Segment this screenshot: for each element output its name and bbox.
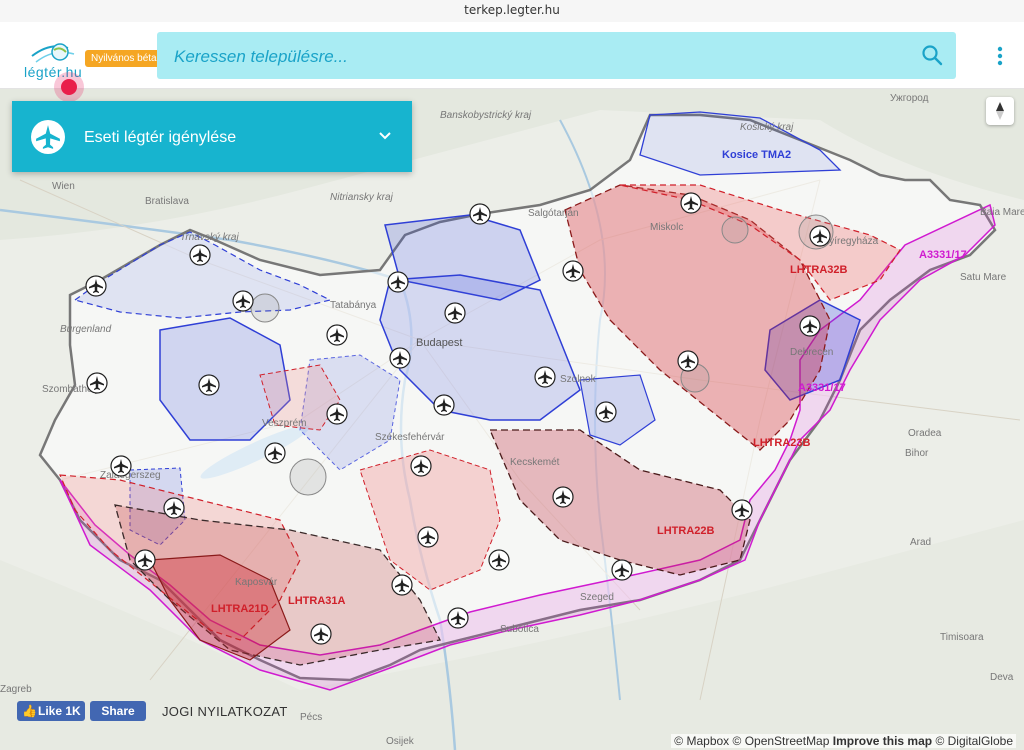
airport-icon: [326, 324, 348, 346]
airport-icon: [85, 275, 107, 297]
label-a3331-north: A3331/17: [919, 249, 967, 261]
svg-text:Miskolc: Miskolc: [650, 222, 683, 233]
svg-text:Nyíregyháza: Nyíregyháza: [822, 236, 879, 247]
airport-icon: [552, 486, 574, 508]
thumbs-up-icon: 👍: [22, 704, 37, 718]
airport-icon: [134, 549, 156, 571]
search-bar: [157, 32, 956, 81]
panel-title: Eseti légtér igénylése: [84, 129, 237, 146]
svg-text:Osijek: Osijek: [386, 736, 415, 747]
svg-text:Oradea: Oradea: [908, 428, 942, 439]
svg-text:Szeged: Szeged: [580, 592, 614, 603]
airplane-icon: [31, 120, 65, 154]
logo[interactable]: légtér.hu Nyilvános béta: [22, 36, 163, 86]
compass-icon: [996, 102, 1004, 120]
airport-icon: [447, 607, 469, 629]
airport-icon: [198, 374, 220, 396]
svg-text:Ужгород: Ужгород: [890, 93, 929, 104]
url-bar[interactable]: terkep.legter.hu: [0, 0, 1024, 23]
compass-button[interactable]: [986, 97, 1014, 125]
svg-text:Satu Mare: Satu Mare: [960, 272, 1007, 283]
airport-icon: [417, 526, 439, 548]
airport-icon: [387, 271, 409, 293]
airport-icon: [731, 499, 753, 521]
svg-text:Pécs: Pécs: [300, 712, 322, 723]
beta-badge: Nyilvános béta: [85, 50, 163, 67]
airport-icon: [189, 244, 211, 266]
airport-icon: [562, 260, 584, 282]
airport-icon: [86, 372, 108, 394]
svg-text:Nitriansky kraj: Nitriansky kraj: [330, 192, 394, 203]
airport-icon: [799, 315, 821, 337]
search-icon[interactable]: [920, 43, 944, 67]
app-header: légtér.hu Nyilvános béta: [0, 22, 1024, 89]
svg-text:Trnavský kraj: Trnavský kraj: [180, 232, 239, 243]
svg-text:Zagreb: Zagreb: [0, 684, 32, 695]
svg-text:Tatabánya: Tatabánya: [330, 300, 377, 311]
svg-text:Wien: Wien: [52, 181, 75, 192]
airport-icon: [110, 455, 132, 477]
svg-text:Székesfehérvár: Székesfehérvár: [375, 432, 445, 443]
svg-text:Baia Mare: Baia Mare: [980, 207, 1024, 218]
search-input[interactable]: [157, 32, 916, 81]
label-lhtra32b: LHTRA32B: [790, 264, 848, 276]
airport-icon: [534, 366, 556, 388]
label-lhtra22b: LHTRA22B: [657, 525, 715, 537]
svg-text:Arad: Arad: [910, 537, 931, 548]
svg-text:Szolnok: Szolnok: [560, 374, 597, 385]
label-a3331-south: A3331/17: [798, 382, 846, 394]
airport-icon: [595, 401, 617, 423]
facebook-like-button[interactable]: 👍 Like 1K: [17, 701, 85, 721]
airport-icon: [809, 225, 831, 247]
svg-text:Deva: Deva: [990, 672, 1014, 683]
airport-icon: [444, 302, 466, 324]
svg-text:Subotica: Subotica: [500, 624, 539, 635]
improve-map-link[interactable]: Improve this map: [833, 734, 932, 748]
svg-text:Salgótarján: Salgótarján: [528, 208, 579, 219]
label-lhtra21d: LHTRA21D: [211, 603, 269, 615]
airspace-map[interactable]: Wien Bratislava Budapest Kecskemét Veszp…: [0, 89, 1024, 750]
svg-text:Debrecen: Debrecen: [790, 347, 833, 358]
url-text: terkep.legter.hu: [464, 3, 560, 17]
airport-icon: [232, 290, 254, 312]
attribution-mapbox[interactable]: © Mapbox: [674, 734, 729, 748]
label-lhtra31a: LHTRA31A: [288, 595, 346, 607]
attribution-osm[interactable]: © OpenStreetMap: [733, 734, 830, 748]
map-attribution: © Mapbox © OpenStreetMap Improve this ma…: [671, 734, 1016, 748]
airport-icon: [264, 442, 286, 464]
airport-icon: [677, 350, 699, 372]
svg-text:Bihor: Bihor: [905, 448, 929, 459]
label-lhtra23b: LHTRA23B: [753, 437, 811, 449]
airspace-request-panel[interactable]: Eseti légtér igénylése: [12, 101, 412, 172]
svg-text:Timisoara: Timisoara: [940, 632, 984, 643]
airport-icon: [410, 455, 432, 477]
airport-icon: [469, 203, 491, 225]
airport-icon: [326, 403, 348, 425]
attribution-digitalglobe[interactable]: © DigitalGlobe: [935, 734, 1013, 748]
airport-icon: [680, 192, 702, 214]
svg-text:Budapest: Budapest: [416, 337, 462, 349]
location-marker[interactable]: [54, 72, 84, 102]
legal-disclaimer-link[interactable]: JOGI NYILATKOZAT: [162, 704, 288, 719]
svg-text:Kecskemét: Kecskemét: [510, 457, 560, 468]
airport-icon: [488, 549, 510, 571]
more-vertical-icon[interactable]: [992, 45, 1008, 67]
svg-text:Zalaegerszeg: Zalaegerszeg: [100, 470, 161, 481]
airport-icon: [163, 497, 185, 519]
label-kosice-tma2: Kosice TMA2: [722, 149, 791, 161]
airport-icon: [391, 574, 413, 596]
svg-text:Kaposvár: Kaposvár: [235, 577, 278, 588]
svg-text:Banskobystrický kraj: Banskobystrický kraj: [440, 110, 532, 121]
facebook-share-button[interactable]: Share: [90, 701, 146, 721]
svg-text:Bratislava: Bratislava: [145, 196, 189, 207]
svg-text:Košický kraj: Košický kraj: [740, 122, 794, 133]
like-label: Like 1K: [38, 704, 81, 718]
svg-text:Veszprém: Veszprém: [262, 418, 306, 429]
svg-text:Burgenland: Burgenland: [60, 324, 112, 335]
chevron-down-icon[interactable]: [378, 129, 392, 143]
airport-icon: [310, 623, 332, 645]
airport-icon: [433, 394, 455, 416]
airport-icon: [611, 559, 633, 581]
airport-icon: [389, 347, 411, 369]
